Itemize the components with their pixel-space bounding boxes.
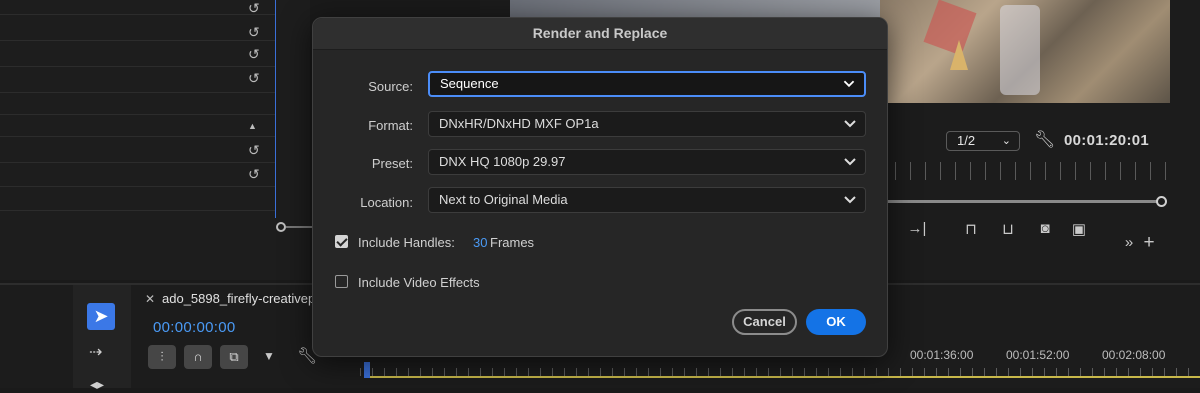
chevron-down-icon xyxy=(844,188,856,212)
format-label: Format: xyxy=(368,118,413,133)
insert-nest-icon[interactable]: ⫶ xyxy=(148,345,176,369)
timeline-ruler[interactable] xyxy=(360,368,1200,376)
track-row-divider xyxy=(0,186,275,187)
work-area-bar[interactable] xyxy=(366,376,1200,378)
sequence-tab[interactable]: ado_5898_firefly-creativep xyxy=(162,291,312,306)
track-row-divider xyxy=(0,40,275,41)
camera-icon[interactable]: ◙ xyxy=(1034,220,1056,238)
track-row-divider xyxy=(0,210,275,211)
tools-panel xyxy=(73,285,131,388)
ripple-edit-tool-icon[interactable]: ◂▸ xyxy=(90,376,104,393)
selection-tool-icon[interactable]: ➤ xyxy=(87,303,115,330)
chevron-down-icon xyxy=(844,150,856,174)
track-row-divider xyxy=(0,162,275,163)
lift-icon[interactable]: ⊓ xyxy=(960,220,982,238)
dialog-title: Render and Replace xyxy=(532,25,668,41)
location-select[interactable]: Next to Original Media xyxy=(428,187,866,213)
cancel-button[interactable]: Cancel xyxy=(732,309,797,335)
source-value: Sequence xyxy=(440,76,499,91)
wrench-icon[interactable]: 🔧︎ xyxy=(1034,130,1056,150)
handles-frames-unit: Frames xyxy=(490,235,535,250)
compare-icon[interactable]: ▣ xyxy=(1068,220,1090,238)
resolution-select[interactable]: 1/2 ⌄ xyxy=(946,131,1020,151)
close-icon[interactable]: ✕ xyxy=(145,292,155,306)
preset-select[interactable]: DNX HQ 1080p 29.97 xyxy=(428,149,866,175)
sequence-timecode[interactable]: 00:00:00:00 xyxy=(153,319,236,336)
add-button-icon[interactable]: + xyxy=(1138,232,1160,253)
render-and-replace-dialog: Render and Replace Source: Sequence Form… xyxy=(312,17,888,357)
include-video-effects-checkbox[interactable] xyxy=(335,275,348,288)
track-row-divider xyxy=(0,114,275,115)
video-content xyxy=(1000,5,1040,95)
resolution-value: 1/2 xyxy=(957,133,976,148)
track-row-divider xyxy=(0,136,275,137)
playhead-line xyxy=(275,0,276,218)
preset-label: Preset: xyxy=(371,156,413,171)
sync-lock-icon[interactable]: ↺ xyxy=(248,70,268,86)
sync-lock-icon[interactable]: ↺ xyxy=(248,166,268,182)
ruler-time-label: 00:01:52:00 xyxy=(1006,348,1070,362)
collapse-up-icon[interactable]: ▲ xyxy=(248,118,268,134)
go-to-out-icon[interactable]: →| xyxy=(906,220,928,238)
timeline-playhead[interactable] xyxy=(364,362,370,378)
source-label: Source: xyxy=(368,79,413,94)
timeline-track-panel xyxy=(0,0,310,280)
ok-button[interactable]: OK xyxy=(806,309,866,335)
include-handles-label: Include Handles: xyxy=(358,235,455,250)
more-icon[interactable]: » xyxy=(1118,234,1140,252)
sync-lock-icon[interactable]: ↺ xyxy=(248,24,268,40)
track-row-divider xyxy=(0,66,275,67)
handles-frames-input[interactable]: 30 xyxy=(473,235,487,250)
chevron-down-icon xyxy=(844,112,856,136)
snap-magnet-icon[interactable]: ∩ xyxy=(184,345,212,369)
source-select[interactable]: Sequence xyxy=(428,71,866,97)
extract-icon[interactable]: ⊔ xyxy=(997,220,1019,238)
format-select[interactable]: DNxHR/DNxHD MXF OP1a xyxy=(428,111,866,137)
track-row-divider xyxy=(0,14,275,15)
include-handles-checkbox[interactable] xyxy=(335,235,348,248)
chevron-down-icon: ⌄ xyxy=(1001,135,1011,147)
linked-selection-icon[interactable]: ⧉ xyxy=(220,345,248,369)
monitor-scrub-bar[interactable] xyxy=(880,200,1160,203)
include-video-effects-label: Include Video Effects xyxy=(358,275,480,290)
format-value: DNxHR/DNxHD MXF OP1a xyxy=(439,116,599,131)
track-row-divider xyxy=(0,92,275,93)
marker-icon[interactable]: ▼ xyxy=(263,349,275,363)
dialog-titlebar[interactable]: Render and Replace xyxy=(313,18,887,50)
monitor-scrub-handle[interactable] xyxy=(1156,196,1167,207)
scroll-zoom-handle[interactable] xyxy=(276,222,286,232)
sync-lock-icon[interactable]: ↺ xyxy=(248,0,268,16)
location-label: Location: xyxy=(360,195,413,210)
preset-value: DNX HQ 1080p 29.97 xyxy=(439,154,566,169)
ruler-time-label: 00:01:36:00 xyxy=(910,348,974,362)
location-value: Next to Original Media xyxy=(439,192,568,207)
sync-lock-icon[interactable]: ↺ xyxy=(248,142,268,158)
track-select-tool-icon[interactable]: ⇢ xyxy=(89,342,102,362)
monitor-timecode: 00:01:20:01 xyxy=(1064,132,1150,149)
ruler-time-label: 00:02:08:00 xyxy=(1102,348,1166,362)
chevron-down-icon xyxy=(843,73,855,95)
sync-lock-icon[interactable]: ↺ xyxy=(248,46,268,62)
monitor-ruler[interactable] xyxy=(880,162,1170,180)
